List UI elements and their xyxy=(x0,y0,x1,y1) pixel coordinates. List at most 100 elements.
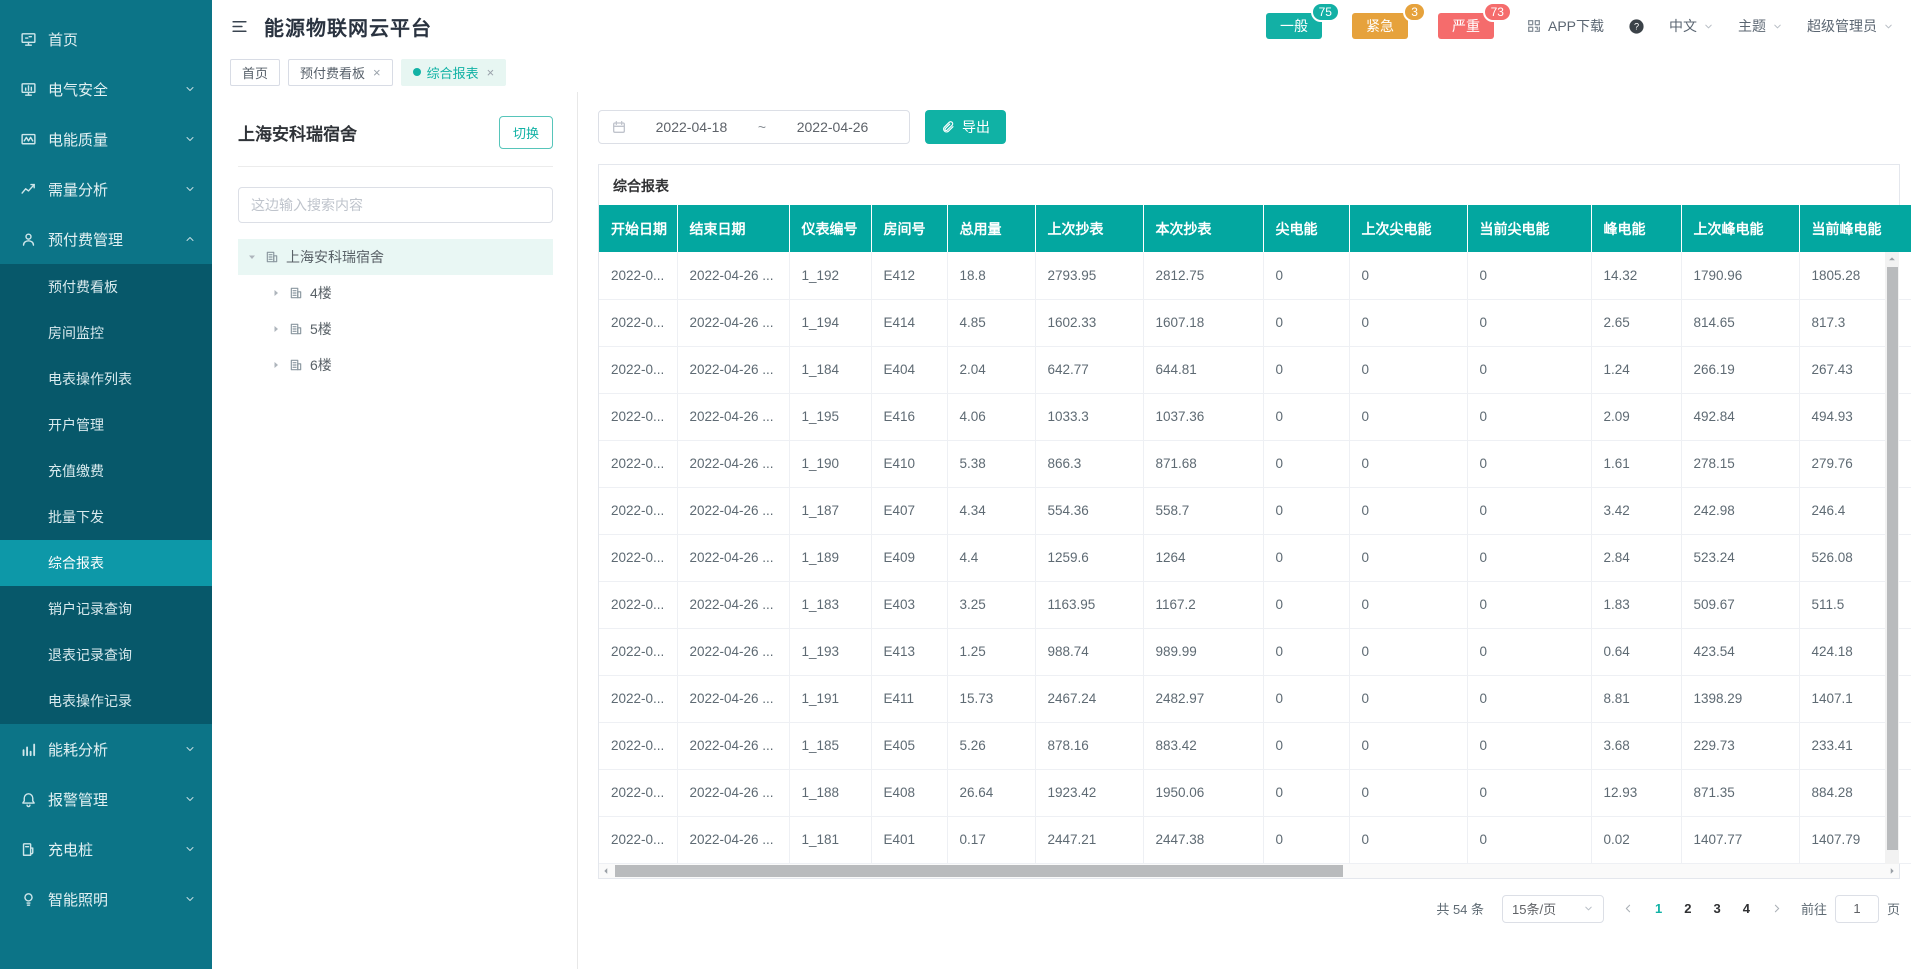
table-cell: 4.34 xyxy=(947,487,1035,534)
table-cell: E408 xyxy=(871,769,947,816)
table-cell: 2447.38 xyxy=(1143,816,1263,863)
theme-dropdown[interactable]: 主题 xyxy=(1738,16,1783,36)
page-number-1[interactable]: 1 xyxy=(1655,901,1662,916)
horizontal-scrollbar[interactable] xyxy=(599,864,1899,878)
goto-unit-label: 页 xyxy=(1887,899,1900,918)
sidebar-item-报警管理[interactable]: 报警管理 xyxy=(0,774,212,824)
sidebar-item-label: 电能质量 xyxy=(48,129,108,150)
horizontal-scrollbar-thumb[interactable] xyxy=(615,865,1343,877)
tree-search-input[interactable] xyxy=(238,187,553,223)
vertical-scrollbar[interactable] xyxy=(1885,252,1899,864)
table-cell: 242.98 xyxy=(1681,487,1799,534)
scroll-right-icon[interactable] xyxy=(1887,866,1897,876)
submenu-item-电表操作记录[interactable]: 电表操作记录 xyxy=(0,678,212,724)
table-cell: 0 xyxy=(1349,346,1467,393)
tree-node-4楼[interactable]: 4楼 xyxy=(238,275,553,311)
tree-node-5楼[interactable]: 5楼 xyxy=(238,311,553,347)
chevron-down-icon xyxy=(1703,21,1714,32)
submenu-item-电表操作列表[interactable]: 电表操作列表 xyxy=(0,356,212,402)
sidebar-item-充电桩[interactable]: 充电桩 xyxy=(0,824,212,874)
goto-page-input[interactable] xyxy=(1835,895,1879,923)
tree-node-上海安科瑞宿舍[interactable]: 上海安科瑞宿舍 xyxy=(238,239,553,275)
vertical-scrollbar-thumb[interactable] xyxy=(1887,267,1898,850)
table-cell: 871.35 xyxy=(1681,769,1799,816)
page-size-select[interactable]: 15条/页 xyxy=(1502,895,1604,923)
table-cell: E403 xyxy=(871,581,947,628)
table-cell: 2022-04-26 ... xyxy=(677,487,789,534)
tab-close-icon[interactable]: × xyxy=(373,65,381,80)
prev-page-button[interactable] xyxy=(1622,902,1635,915)
scroll-up-icon[interactable] xyxy=(1887,252,1897,266)
submenu-item-退表记录查询[interactable]: 退表记录查询 xyxy=(0,632,212,678)
table-cell: 1264 xyxy=(1143,534,1263,581)
alarm-badge-严重[interactable]: 严重73 xyxy=(1438,13,1494,39)
user-dropdown[interactable]: 超级管理员 xyxy=(1807,16,1894,36)
next-page-button[interactable] xyxy=(1770,902,1783,915)
submenu-item-label: 销户记录查询 xyxy=(48,599,132,619)
alarm-badge-一般[interactable]: 一般75 xyxy=(1266,13,1322,39)
table-cell: 2022-0... xyxy=(599,487,677,534)
main-area: 能源物联网云平台 一般75紧急3严重73 APP下载 ? 中文 主题 超级管理员… xyxy=(212,0,1920,969)
sidebar-item-label: 报警管理 xyxy=(48,789,108,810)
page-number-2[interactable]: 2 xyxy=(1684,901,1691,916)
submenu-item-房间监控[interactable]: 房间监控 xyxy=(0,310,212,356)
chevron-down-icon xyxy=(184,133,196,145)
sidebar-item-电能质量[interactable]: 电能质量 xyxy=(0,114,212,164)
submenu-item-销户记录查询[interactable]: 销户记录查询 xyxy=(0,586,212,632)
submenu-item-开户管理[interactable]: 开户管理 xyxy=(0,402,212,448)
table-cell: 0 xyxy=(1349,581,1467,628)
switch-button[interactable]: 切换 xyxy=(499,116,553,149)
sidebar-item-label: 电气安全 xyxy=(48,79,108,100)
submenu-item-label: 电表操作列表 xyxy=(48,369,132,389)
page-number-3[interactable]: 3 xyxy=(1714,901,1721,916)
column-header-房间号: 房间号 xyxy=(871,205,947,252)
submenu-item-批量下发[interactable]: 批量下发 xyxy=(0,494,212,540)
table-cell: 0 xyxy=(1263,581,1349,628)
alarm-badge-label: 紧急 xyxy=(1366,18,1394,34)
table-cell: E405 xyxy=(871,722,947,769)
sidebar-item-label: 首页 xyxy=(48,29,78,50)
submenu-item-充值缴费[interactable]: 充值缴费 xyxy=(0,448,212,494)
date-range-picker[interactable]: 2022-04-18 ~ 2022-04-26 xyxy=(598,110,910,144)
sidebar-item-需量分析[interactable]: 需量分析 xyxy=(0,164,212,214)
scroll-left-icon[interactable] xyxy=(601,866,611,876)
table-cell: E412 xyxy=(871,252,947,299)
submenu-item-综合报表[interactable]: 综合报表 xyxy=(0,540,212,586)
table-cell: 1037.36 xyxy=(1143,393,1263,440)
sidebar-item-能耗分析[interactable]: 能耗分析 xyxy=(0,724,212,774)
language-dropdown[interactable]: 中文 xyxy=(1669,16,1714,36)
tab-close-icon[interactable]: × xyxy=(487,65,495,80)
tree-node-label: 上海安科瑞宿舍 xyxy=(286,247,384,267)
column-header-仪表编号: 仪表编号 xyxy=(789,205,871,252)
table-cell: 26.64 xyxy=(947,769,1035,816)
theme-label: 主题 xyxy=(1738,16,1766,36)
sidebar-item-预付费管理[interactable]: 预付费管理 xyxy=(0,214,212,264)
menu-fold-icon[interactable] xyxy=(230,17,249,36)
export-button[interactable]: 导出 xyxy=(925,110,1006,144)
sidebar-item-智能照明[interactable]: 智能照明 xyxy=(0,874,212,924)
submenu-item-预付费看板[interactable]: 预付费看板 xyxy=(0,264,212,310)
app-download-link[interactable]: APP下载 xyxy=(1526,16,1604,36)
table-row: 2022-0...2022-04-26 ...1_194E4144.851602… xyxy=(599,299,1911,346)
table-cell: 1259.6 xyxy=(1035,534,1143,581)
table-row: 2022-0...2022-04-26 ...1_187E4074.34554.… xyxy=(599,487,1911,534)
sidebar-item-电气安全[interactable]: 电气安全 xyxy=(0,64,212,114)
tab-首页[interactable]: 首页 xyxy=(230,59,280,86)
table-cell: 1167.2 xyxy=(1143,581,1263,628)
tree-node-6楼[interactable]: 6楼 xyxy=(238,347,553,383)
alarm-badge-紧急[interactable]: 紧急3 xyxy=(1352,13,1408,39)
table-cell: 2447.21 xyxy=(1035,816,1143,863)
table-cell: 2022-04-26 ... xyxy=(677,581,789,628)
submenu-预付费管理: 预付费看板房间监控电表操作列表开户管理充值缴费批量下发综合报表销户记录查询退表记… xyxy=(0,264,212,724)
report-table-wrap: 开始日期结束日期仪表编号房间号总用量上次抄表本次抄表尖电能上次尖电能当前尖电能峰… xyxy=(599,205,1899,864)
help-icon[interactable]: ? xyxy=(1628,18,1645,35)
sidebar-item-首页[interactable]: 首页 xyxy=(0,14,212,64)
page-number-4[interactable]: 4 xyxy=(1743,901,1750,916)
table-cell: 5.26 xyxy=(947,722,1035,769)
user-label: 超级管理员 xyxy=(1807,16,1877,36)
column-header-结束日期: 结束日期 xyxy=(677,205,789,252)
chevron-down-icon xyxy=(184,183,196,195)
table-row: 2022-0...2022-04-26 ...1_192E41218.82793… xyxy=(599,252,1911,299)
tab-综合报表[interactable]: 综合报表× xyxy=(401,59,507,86)
tab-预付费看板[interactable]: 预付费看板× xyxy=(288,59,393,86)
